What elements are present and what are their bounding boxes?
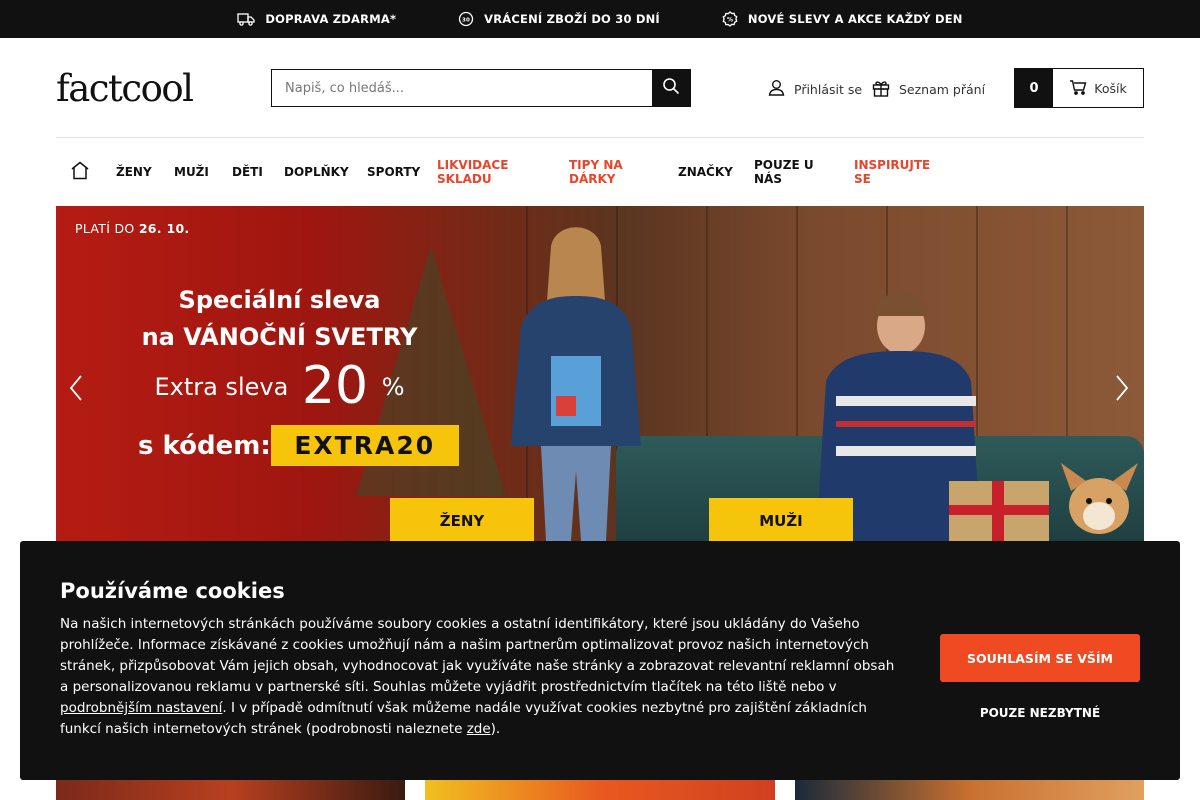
cart-button[interactable]: 0 Košík [1014,68,1144,108]
wishlist-link[interactable]: Seznam přání [872,79,985,100]
svg-text:30: 30 [462,18,470,24]
logo[interactable]: factcool [56,70,194,108]
nav-item-tipy-na-darky[interactable]: TIPY NA DÁRKY [569,139,639,205]
chevron-right-icon [1114,375,1130,406]
promo-headline-1: Speciální sleva [178,286,381,314]
extra-discount-value: 20 [301,356,369,416]
returns-info: 30 VRÁCENÍ ZBOŽÍ DO 30 DNÍ [458,11,660,27]
top-info-bar: DOPRAVA ZDARMA* 30 VRÁCENÍ ZBOŽÍ DO 30 D… [0,0,1200,38]
chevron-left-icon [68,375,84,406]
search-icon [662,77,680,99]
svg-text:%: % [727,17,733,24]
site-header: factcool Přihlásit se Seznam přání 0 Koš… [56,38,1144,138]
nav-item-likvidace-skladu[interactable]: LIKVIDACE SKLADU [437,139,521,205]
return-icon: 30 [458,11,474,27]
cookie-consent-banner: Používáme cookies Na našich internetovýc… [20,541,1180,780]
search-bar [271,69,691,107]
promo-code: EXTRA20 [270,425,459,466]
cookie-text: Na našich internetových stránkách použív… [60,614,905,740]
woman-model-image [511,227,641,541]
login-link[interactable]: Přihlásit se [768,79,862,99]
cookie-title: Používáme cookies [60,579,285,603]
truck-icon [237,11,256,27]
nav-item-zeny[interactable]: ŽENY [116,139,152,205]
promo-validity: PLATÍ DO 26. 10. [75,221,190,236]
cookie-text-part: ). [490,721,501,737]
cart-icon [1069,79,1087,98]
validity-prefix: PLATÍ DO [75,221,135,236]
home-link[interactable] [70,139,90,205]
accept-all-cookies-button[interactable]: SOUHLASÍM SE VŠÍM [940,634,1140,682]
login-label: Přihlásit se [794,81,863,97]
nav-item-inspirujte-se[interactable]: INSPIRUJTE SE [854,139,934,205]
user-icon [768,79,785,99]
necessary-cookies-only-button[interactable]: POUZE NEZBYTNÉ [940,701,1140,725]
extra-discount-prefix: Extra sleva [154,373,289,401]
wishlist-label: Seznam přání [899,82,986,97]
validity-date: 26. 10. [138,221,190,236]
promo-extra-discount: Extra sleva 20 % [56,356,503,416]
main-navigation: ŽENY MUŽI DĚTI DOPLŇKY SPORTY LIKVIDACE … [56,139,1144,205]
carousel-prev-button[interactable] [68,374,84,406]
cookie-settings-link[interactable]: podrobnějším nastavení [60,700,222,716]
search-input[interactable] [272,70,652,106]
search-button[interactable] [652,70,690,106]
hero-banner[interactable]: PLATÍ DO 26. 10. Speciální sleva na VÁNO… [56,206,1144,541]
cookie-details-link[interactable]: zde [467,721,491,737]
extra-discount-unit: % [381,373,405,401]
discounts-info: % NOVÉ SLEVY A AKCE KAŽDÝ DEN [722,11,963,27]
nav-item-deti[interactable]: DĚTI [232,139,263,205]
promo-headline-2: na VÁNOČNÍ SVETRY [141,323,418,351]
nav-item-znacky[interactable]: ZNAČKY [678,139,733,205]
promo-code-prefix: s kódem: [138,430,271,461]
cart-count: 0 [1015,69,1053,107]
home-icon [70,161,90,183]
nav-item-doplnky[interactable]: DOPLŇKY [284,139,349,205]
gift-icon [872,79,890,100]
dog-image [1061,463,1138,534]
discount-icon: % [722,11,738,27]
nav-item-sporty[interactable]: SPORTY [367,139,420,205]
cookie-text-part: Na našich internetových stránkách použív… [60,616,895,695]
nav-item-pouze-u-nas[interactable]: POUZE U NÁS [754,139,820,205]
cart-label: Košík [1094,80,1127,96]
nav-item-muzi[interactable]: MUŽI [174,139,209,205]
gift-box-image [949,481,1049,541]
promo-code-row: s kódem: EXTRA20 [138,425,459,466]
carousel-next-button[interactable] [1114,374,1130,406]
shop-women-button[interactable]: ŽENY [390,498,534,541]
shop-men-button[interactable]: MUŽI [709,498,853,541]
cart-label-wrap: Košík [1053,69,1143,107]
free-shipping-info: DOPRAVA ZDARMA* [237,11,396,27]
